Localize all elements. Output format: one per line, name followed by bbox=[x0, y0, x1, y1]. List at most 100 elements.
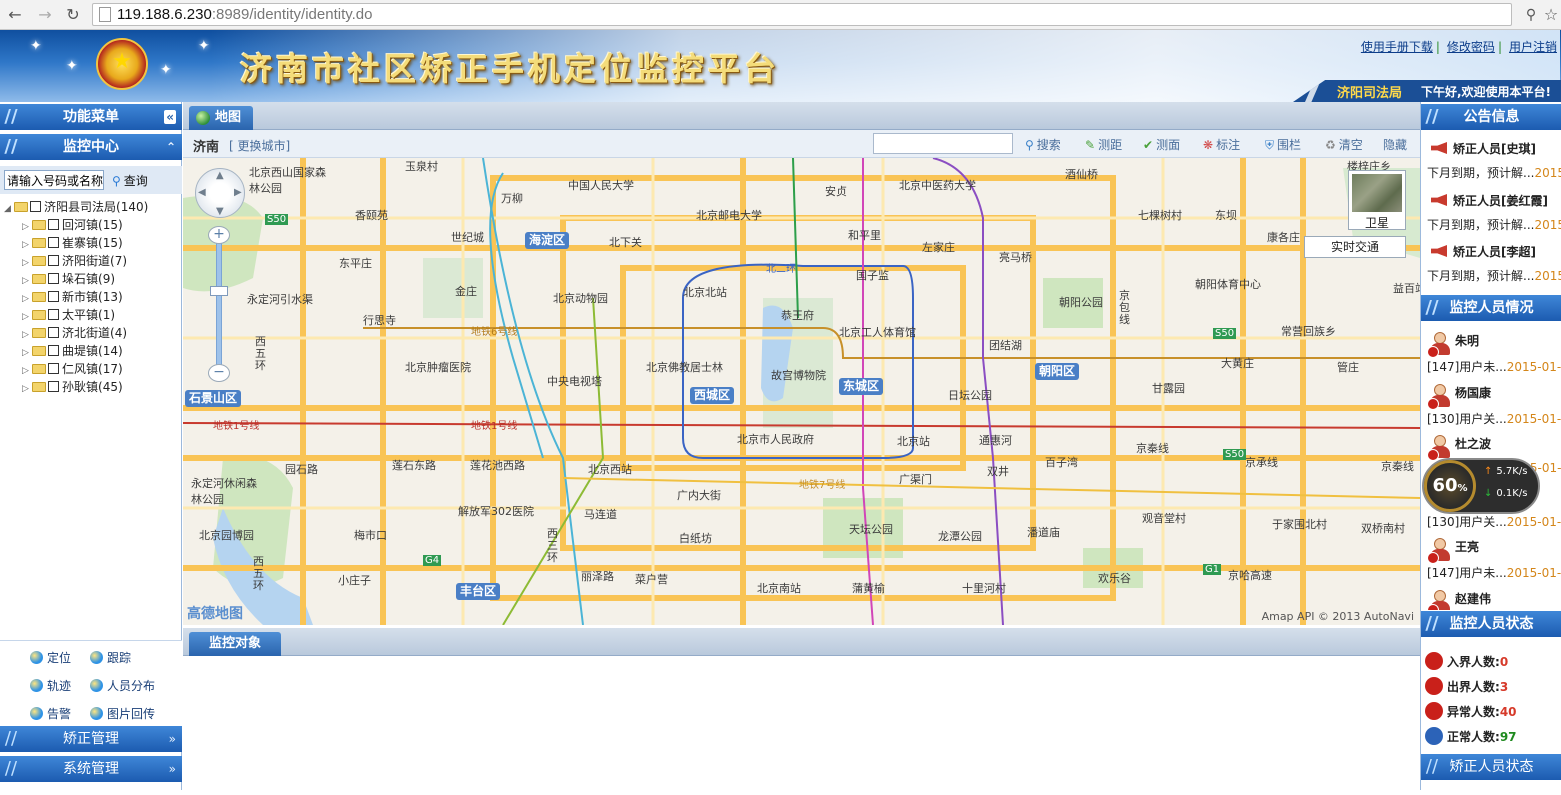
distribution-button[interactable]: 人员分布 bbox=[90, 677, 155, 694]
tab-monitor-objects[interactable]: 监控对象 bbox=[189, 632, 282, 656]
collapse-icon[interactable]: « bbox=[164, 110, 176, 124]
checkbox[interactable] bbox=[48, 237, 59, 248]
bookmark-star-icon[interactable]: ☆ bbox=[1540, 4, 1561, 26]
hide-tool[interactable]: 隐藏 bbox=[1383, 136, 1407, 153]
search-button[interactable]: ⚲ 查询 bbox=[112, 172, 148, 189]
download-unit: K/s bbox=[1512, 488, 1528, 499]
back-arrow-icon[interactable]: ← bbox=[4, 4, 26, 26]
pan-control[interactable]: ▲ ▼ ◀ ▶ bbox=[195, 168, 245, 218]
tree-root[interactable]: ◢ 济阳县司法局(140) bbox=[4, 198, 148, 216]
url-host: 119.188.6.230 bbox=[117, 6, 212, 23]
checkbox[interactable] bbox=[48, 381, 59, 392]
search-row: ⚲查询 bbox=[0, 166, 182, 194]
clear-tool[interactable]: ♻ 清空 bbox=[1325, 136, 1363, 153]
expand-triangle-icon[interactable]: ▷ bbox=[22, 380, 32, 398]
function-menu-header[interactable]: // 功能菜单 « bbox=[0, 104, 182, 130]
chevron-up-icon[interactable]: ⌃ bbox=[166, 134, 176, 160]
checkbox[interactable] bbox=[48, 309, 59, 320]
globe-icon bbox=[196, 111, 210, 125]
fence-tool[interactable]: ⛨ 围栏 bbox=[1265, 136, 1301, 153]
zoom-slider[interactable]: + − bbox=[208, 226, 230, 384]
checkbox[interactable] bbox=[48, 291, 59, 302]
track-button[interactable]: 跟踪 bbox=[90, 649, 131, 666]
clear-label: 清空 bbox=[1338, 138, 1363, 152]
trajectory-button[interactable]: 轨迹 bbox=[30, 677, 71, 694]
tree-item[interactable]: ▷ 回河镇(15) bbox=[4, 216, 148, 234]
map-canvas[interactable]: ▲ ▼ ◀ ▶ + − 海淀区 西城区 东城区 朝阳区 石景山区 丰台区 玉泉村… bbox=[183, 158, 1420, 625]
map-place-label: 龙潭公园 bbox=[938, 530, 982, 543]
tree-item[interactable]: ▷ 孙耿镇(45) bbox=[4, 378, 148, 396]
zoom-out-icon[interactable]: − bbox=[208, 364, 230, 382]
tree-item[interactable]: ▷ 太平镇(1) bbox=[4, 306, 148, 324]
checkbox[interactable] bbox=[48, 219, 59, 230]
notice-item[interactable]: 矫正人员[史琪] 下月到期，预计解...2015 bbox=[1421, 136, 1561, 186]
checkbox[interactable] bbox=[48, 255, 59, 266]
map-place-label: 京秦线 bbox=[1136, 442, 1169, 455]
monitor-center-header[interactable]: // 监控中心 ⌃ bbox=[0, 134, 182, 160]
correction-management-menu[interactable]: // 矫正管理 » bbox=[0, 726, 182, 752]
tree-item-count: (45) bbox=[98, 380, 123, 394]
zoom-handle[interactable] bbox=[210, 286, 228, 296]
checkbox[interactable] bbox=[48, 273, 59, 284]
person-item[interactable]: 朱明 [147]用户未...2015-01-2 bbox=[1421, 330, 1561, 382]
map-place-label: 行思寺 bbox=[363, 314, 396, 327]
reload-icon[interactable]: ↻ bbox=[62, 4, 84, 26]
measure-area-label: 测面 bbox=[1156, 138, 1181, 152]
tree-item[interactable]: ▷ 新市镇(13) bbox=[4, 288, 148, 306]
tree-item[interactable]: ▷ 崔寨镇(15) bbox=[4, 234, 148, 252]
amap-logo: 高德地图 bbox=[187, 606, 243, 622]
zoom-in-icon[interactable]: + bbox=[208, 226, 230, 244]
realtime-traffic-button[interactable]: 实时交通 bbox=[1304, 236, 1406, 258]
search-input[interactable] bbox=[4, 170, 104, 190]
address-bar[interactable]: 119.188.6.230:8989/identity/identity.do bbox=[92, 3, 1512, 26]
checkbox[interactable] bbox=[48, 345, 59, 356]
monitor-state-title: 监控人员状态 bbox=[1449, 616, 1534, 632]
pencil-icon: ✎ bbox=[1085, 138, 1096, 152]
chevron-down-icon[interactable]: » bbox=[169, 756, 176, 782]
chevron-down-icon[interactable]: » bbox=[169, 726, 176, 752]
tree-item[interactable]: ▷ 济北街道(4) bbox=[4, 324, 148, 342]
checkbox[interactable] bbox=[48, 327, 59, 338]
person-name: 赵建伟 bbox=[1455, 592, 1492, 606]
search-tool[interactable]: ⚲ 搜索 bbox=[1025, 136, 1061, 153]
horn-icon bbox=[1431, 142, 1447, 154]
measure-area-tool[interactable]: ✔ 测面 bbox=[1143, 136, 1180, 153]
tree-item[interactable]: ▷ 济阳街道(7) bbox=[4, 252, 148, 270]
person-item[interactable]: 杨国康 [130]用户关...2015-01-2 bbox=[1421, 382, 1561, 434]
forward-arrow-icon[interactable]: → bbox=[34, 4, 56, 26]
locate-button[interactable]: 定位 bbox=[30, 649, 71, 666]
tree-item[interactable]: ▷ 仁风镇(17) bbox=[4, 360, 148, 378]
notice-item[interactable]: 矫正人员[姜红霞] 下月到期，预计解...2015 bbox=[1421, 188, 1561, 238]
checkbox[interactable] bbox=[30, 201, 41, 212]
satellite-toggle[interactable]: 卫星 bbox=[1348, 170, 1406, 230]
map-search-input[interactable] bbox=[873, 133, 1013, 154]
person-date: 2015-01-2 bbox=[1506, 412, 1561, 426]
alarm-button[interactable]: 告警 bbox=[30, 705, 71, 722]
pan-left-icon[interactable]: ◀ bbox=[198, 187, 206, 198]
checkbox[interactable] bbox=[48, 363, 59, 374]
folder-icon bbox=[32, 382, 46, 392]
tree-item[interactable]: ▷ 垛石镇(9) bbox=[4, 270, 148, 288]
system-management-menu[interactable]: // 系统管理 » bbox=[0, 756, 182, 782]
pan-down-icon[interactable]: ▼ bbox=[216, 206, 224, 217]
zoom-track[interactable] bbox=[216, 236, 222, 372]
tab-map[interactable]: 地图 bbox=[189, 106, 254, 130]
annotate-tool[interactable]: ❋ 标注 bbox=[1203, 136, 1240, 153]
person-status-menu[interactable]: // 矫正人员状态 bbox=[1421, 754, 1561, 780]
folder-open-icon bbox=[14, 202, 28, 212]
change-password-link[interactable]: 修改密码 bbox=[1447, 40, 1495, 54]
person-item[interactable]: 王亮 [147]用户未...2015-01-2 bbox=[1421, 536, 1561, 588]
map-place-label: 北京市人民政府 bbox=[737, 433, 814, 446]
network-speed-widget[interactable]: 60% ↑ 5.7K/s ↓ 0.1K/s bbox=[1422, 458, 1540, 514]
key-icon[interactable]: ⚲ bbox=[1520, 4, 1542, 26]
change-city-link[interactable]: [ 更换城市] bbox=[229, 137, 290, 154]
manual-download-link[interactable]: 使用手册下载 bbox=[1361, 40, 1433, 54]
person-item[interactable]: 赵建伟 bbox=[1421, 588, 1561, 610]
pan-right-icon[interactable]: ▶ bbox=[234, 187, 242, 198]
measure-distance-tool[interactable]: ✎ 测距 bbox=[1085, 136, 1122, 153]
tree-item[interactable]: ▷ 曲堤镇(14) bbox=[4, 342, 148, 360]
pan-up-icon[interactable]: ▲ bbox=[216, 170, 224, 181]
notice-item[interactable]: 矫正人员[李超] 下月到期，预计解...2015 bbox=[1421, 239, 1561, 289]
logout-link[interactable]: 用户注销 bbox=[1509, 40, 1557, 54]
photo-return-button[interactable]: 图片回传 bbox=[90, 705, 155, 722]
